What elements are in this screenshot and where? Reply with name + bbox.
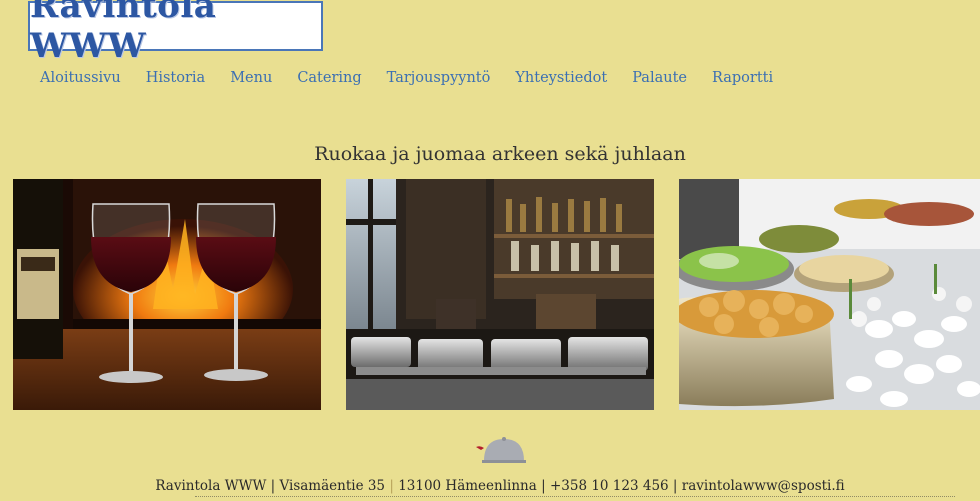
catering-food-photo [679, 179, 980, 410]
logo-text: Ravintola WWW [30, 0, 217, 66]
footer-separator: | [541, 478, 546, 494]
nav-item-raportti[interactable]: Raportti [712, 68, 773, 88]
footer-separator: | [672, 478, 678, 494]
buffet-counter-photo [346, 179, 654, 410]
footer-phone[interactable]: +358 10 123 456 [550, 478, 669, 494]
cloche-icon [474, 437, 526, 463]
footer-separator: | [389, 478, 394, 494]
main-nav: Aloitussivu Historia Menu Catering Tarjo… [40, 68, 798, 88]
site-logo[interactable]: Ravintola WWW [28, 0, 323, 66]
wine-fireplace-photo [13, 179, 321, 410]
nav-item-aloitussivu[interactable]: Aloitussivu [40, 68, 121, 88]
nav-item-tarjouspyynto[interactable]: Tarjouspyyntö [387, 68, 491, 88]
footer-city: 13100 Hämeenlinna [398, 478, 537, 494]
nav-item-historia[interactable]: Historia [146, 68, 206, 88]
nav-item-catering[interactable]: Catering [297, 68, 361, 88]
footer-name: Ravintola WWW [155, 478, 267, 494]
footer-street: Visamäentie 35 [279, 478, 386, 494]
nav-item-palaute[interactable]: Palaute [632, 68, 687, 88]
nav-item-menu[interactable]: Menu [230, 68, 272, 88]
footer-contact: Ravintola WWW | Visamäentie 35 | 13100 H… [0, 478, 980, 494]
footer-separator: | [270, 478, 276, 494]
nav-item-yhteystiedot[interactable]: Yhteystiedot [515, 68, 607, 88]
page-headline: Ruokaa ja juomaa arkeen sekä juhlaan [314, 143, 686, 165]
footer-divider [195, 496, 955, 501]
footer-email[interactable]: ravintolawww@sposti.fi [682, 478, 845, 494]
